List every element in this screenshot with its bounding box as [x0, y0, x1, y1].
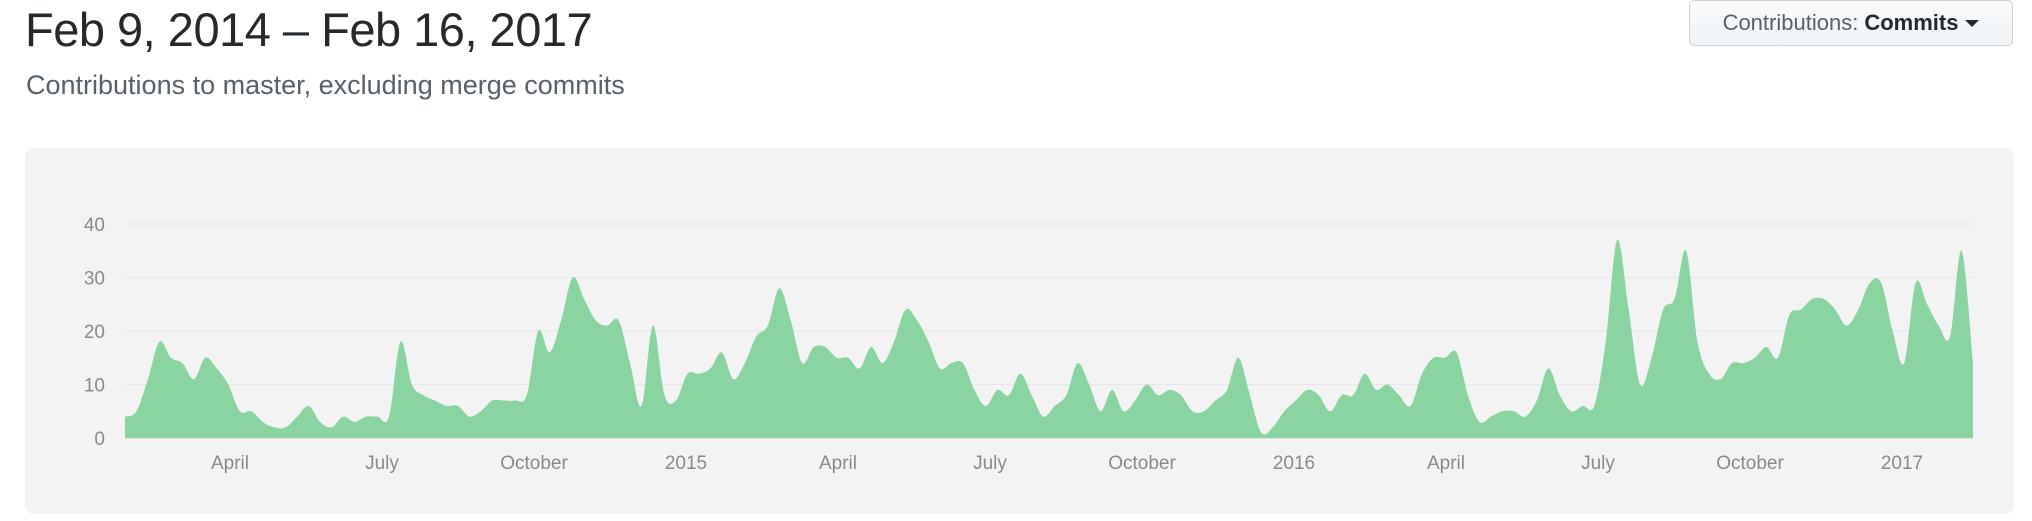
- contributions-chart-panel: 0 10 20 30 40 April July October 2015 April July O…: [25, 148, 2014, 514]
- y-tick-label: 20: [84, 322, 105, 343]
- x-axis: April July October 2015 April July October 2016…: [211, 453, 1923, 474]
- y-tick-label: 0: [94, 429, 105, 450]
- x-tick-label: April: [819, 453, 857, 474]
- y-tick-label: 10: [84, 376, 105, 397]
- page-subtitle: Contributions to master, excluding merge…: [26, 70, 625, 100]
- x-tick-label: July: [973, 453, 1007, 474]
- contributions-area-chart: 0 10 20 30 40 April July October 2015 April July O…: [84, 215, 1973, 474]
- contributions-type-dropdown[interactable]: Contributions: Commits: [1689, 0, 2013, 46]
- x-tick-label: July: [365, 453, 399, 474]
- contributions-dropdown-value: Commits: [1864, 10, 1959, 35]
- x-tick-label: October: [1716, 453, 1784, 474]
- x-tick-label: October: [500, 453, 568, 474]
- x-tick-label: April: [211, 453, 249, 474]
- x-tick-label: 2015: [665, 453, 707, 474]
- x-tick-label: October: [1108, 453, 1176, 474]
- contributions-dropdown-label: Contributions:: [1722, 10, 1859, 35]
- y-tick-label: 40: [84, 215, 105, 236]
- x-tick-label: July: [1581, 453, 1615, 474]
- y-axis: 0 10 20 30 40: [84, 215, 105, 450]
- commits-area-series: [125, 239, 1973, 438]
- x-tick-label: 2017: [1881, 453, 1923, 474]
- y-tick-label: 30: [84, 269, 105, 290]
- x-tick-label: April: [1427, 453, 1465, 474]
- x-tick-label: 2016: [1273, 453, 1315, 474]
- page-title: Feb 9, 2014 – Feb 16, 2017: [25, 3, 593, 56]
- caret-down-icon: [1965, 19, 1980, 27]
